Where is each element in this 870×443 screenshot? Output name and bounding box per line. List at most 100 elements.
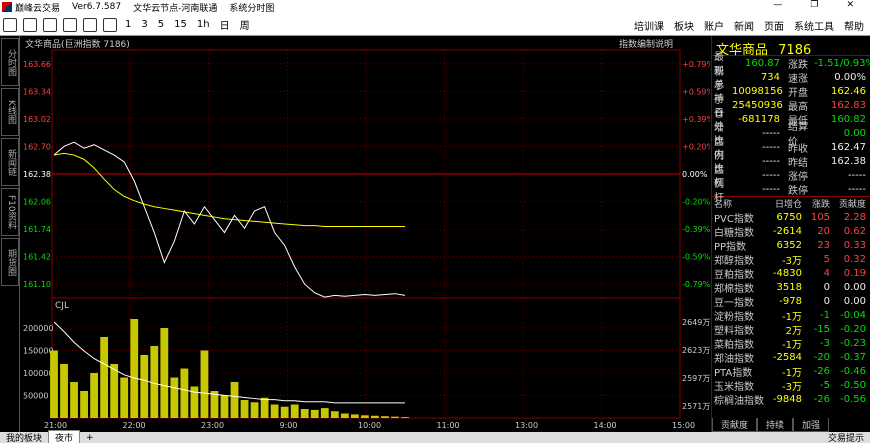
row-oi-change: -1万 [782, 367, 802, 379]
quote-header: 文华商品 7186 [712, 36, 870, 58]
tab-add[interactable]: + [80, 433, 100, 443]
tool-week[interactable]: 周 [235, 17, 255, 32]
menu-sector[interactable]: 板块 [674, 18, 694, 33]
list-icon[interactable] [83, 17, 97, 32]
th-oi-change[interactable]: 日增仓 [764, 197, 802, 210]
th-name[interactable]: 名称 [712, 197, 764, 210]
row-oi-change: 6750 [776, 211, 802, 223]
table-row[interactable]: 淀粉指数 -1万 -1 -0.04 [712, 308, 870, 323]
menu-training[interactable]: 培训课 [634, 18, 664, 33]
quote-panel: 文华商品 7186 最新 160.87 涨跌 -1.51/0.93% 现手 734… [711, 36, 870, 432]
tool-day[interactable]: 日 [215, 17, 235, 32]
row-contribution: 2.28 [843, 211, 866, 223]
volume-bar [120, 377, 129, 418]
table-row[interactable]: 豆一指数 -978 0 0.00 [712, 294, 870, 309]
volume-bar [330, 411, 339, 418]
pct-tick: -0.20% [682, 198, 710, 207]
tab-strengthen[interactable]: 加强 [793, 418, 830, 432]
quote-value-2: 162.38 [831, 155, 866, 167]
tool-3min[interactable]: 3 [136, 19, 152, 30]
quote-row: 最新 160.87 涨跌 -1.51/0.93% [712, 52, 870, 78]
row-contribution: 0.33 [843, 239, 866, 251]
intraday-chart[interactable]: 文华商品(巨洲指数 7186) 指数编制说明 CJL 163.66 +0.79% 1… [21, 36, 710, 432]
time-tick: 11:00 [437, 421, 460, 430]
menu-system-tools[interactable]: 系统工具 [794, 18, 834, 33]
row-oi-change: -978 [779, 295, 802, 307]
chart-icon[interactable] [63, 17, 77, 32]
table-row[interactable]: 塑料指数 2万 -15 -0.20 [712, 322, 870, 337]
nav-futures-circle[interactable]: 期货圈 [1, 238, 19, 286]
table-row[interactable]: PVC指数 6750 105 2.28 [712, 210, 870, 225]
app-name: 巅峰云交易 [15, 3, 61, 14]
quote-value: ----- [761, 141, 780, 153]
forward-icon[interactable] [23, 17, 37, 32]
quote-row: 持仓 25450936 最高 162.83 [712, 94, 870, 120]
price-tick: 161.74 [23, 225, 51, 234]
row-name: 郑油指数 [714, 353, 754, 365]
th-contribution[interactable]: 贡献度 [830, 197, 866, 210]
table-row[interactable]: 郑油指数 -2584 -20 -0.37 [712, 350, 870, 365]
volume-tick: 200000 [23, 324, 54, 333]
row-change: 0 [823, 281, 830, 293]
menu-account[interactable]: 账户 [704, 18, 724, 33]
nav-intraday[interactable]: 分时图 [1, 38, 19, 86]
price-tick: 162.38 [23, 170, 51, 179]
tool-1min[interactable]: 1 [120, 19, 136, 30]
menu-page[interactable]: 页面 [764, 18, 784, 33]
table-row[interactable]: 白糖指数 -2614 20 0.62 [712, 224, 870, 239]
nav-kline[interactable]: K线图 [1, 88, 19, 136]
quote-value-2: 160.82 [831, 113, 866, 125]
row-contribution: -0.23 [840, 337, 866, 349]
minimize-icon[interactable]: — [773, 0, 782, 10]
volume-bar [391, 416, 399, 418]
pct-tick: -0.79% [682, 280, 710, 289]
table-row[interactable]: 菜粕指数 -1万 -3 -0.23 [712, 336, 870, 351]
tool-15min[interactable]: 15 [169, 19, 192, 30]
tab-continuous[interactable]: 持续 [757, 418, 794, 432]
quote-value: ----- [761, 183, 780, 195]
home-icon[interactable] [43, 17, 57, 32]
tool-5min[interactable]: 5 [153, 19, 169, 30]
close-icon[interactable]: ✕ [846, 0, 854, 10]
table-row[interactable]: 棕榈油指数 -9848 -26 -0.56 [712, 392, 870, 407]
menu-news[interactable]: 新闻 [734, 18, 754, 33]
nav-f10[interactable]: F10资料 [1, 188, 19, 236]
table-row[interactable]: 豆粕指数 -4830 4 0.19 [712, 266, 870, 281]
price-tick: 162.70 [23, 142, 51, 151]
restore-icon[interactable]: ❐ [810, 0, 818, 10]
th-change[interactable]: 涨跌 [802, 197, 830, 210]
tab-contribution[interactable]: 贡献度 [712, 418, 758, 432]
table-row[interactable]: PTA指数 -1万 -26 -0.46 [712, 364, 870, 379]
menu-help[interactable]: 帮助 [844, 18, 864, 33]
table-row[interactable]: PP指数 6352 23 0.33 [712, 238, 870, 253]
row-oi-change: -4830 [772, 267, 802, 279]
quote-row: 总手 10098156 开盘 162.46 [712, 80, 870, 106]
quote-value-2: -1.51/0.93% [814, 57, 870, 69]
row-oi-change: 3518 [776, 281, 802, 293]
volume-bar [290, 404, 299, 418]
table-row[interactable]: 郑醇指数 -3万 5 0.32 [712, 252, 870, 267]
back-icon[interactable] [3, 17, 17, 32]
refresh-icon[interactable] [103, 17, 117, 32]
volume-bar [90, 373, 99, 418]
table-row[interactable]: 玉米指数 -3万 -5 -0.50 [712, 378, 870, 393]
chart-link[interactable]: 指数编制说明 [619, 38, 673, 50]
tool-1h[interactable]: 1h [192, 19, 215, 30]
row-oi-change: -2584 [772, 351, 802, 363]
pct-tick: +0.20% [682, 142, 710, 151]
volume-bar [170, 377, 179, 418]
quote-value: 25450936 [732, 99, 783, 111]
volume-label: CJL [55, 301, 69, 311]
volume-bar [230, 382, 239, 418]
tab-night-market[interactable]: 夜市 [48, 430, 81, 443]
row-contribution: 0.62 [843, 225, 866, 237]
app-version: Ver6.7.587 [72, 2, 122, 12]
nav-news[interactable]: 新闻链 [1, 138, 19, 186]
tab-my-sector[interactable]: 我的板块 [0, 431, 48, 443]
trade-tip[interactable]: 交易提示 [822, 431, 870, 443]
volume-bar [80, 391, 88, 418]
volume-bar [220, 395, 229, 418]
row-name: PP指数 [714, 241, 747, 253]
table-row[interactable]: 郑棉指数 3518 0 0.00 [712, 280, 870, 295]
row-name: 白糖指数 [714, 227, 754, 239]
